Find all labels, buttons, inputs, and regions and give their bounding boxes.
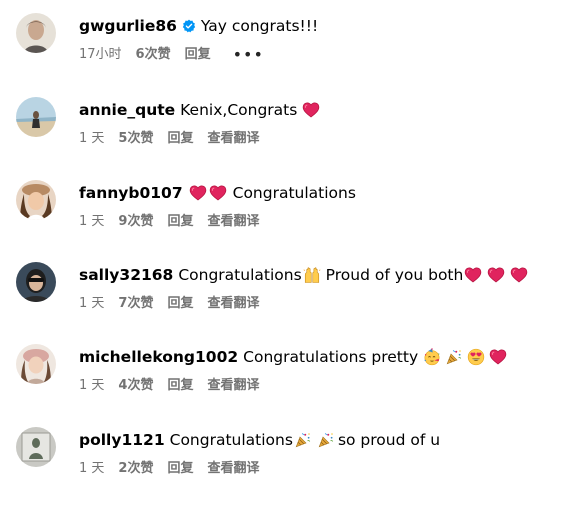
avatar[interactable]: [16, 344, 56, 384]
comment-username[interactable]: michellekong1002: [79, 347, 238, 367]
red-heart-icon: [189, 184, 207, 202]
comment-text: Congratulations: [169, 431, 293, 449]
comment-item: annie_qute Kenix,Congrats 1 天 5次赞 回复 查看翻…: [16, 97, 571, 167]
avatar[interactable]: [16, 262, 56, 302]
comment-item: fannyb0107 Congratulations 1 天 9次赞 回复 查看…: [16, 180, 571, 250]
comment-username[interactable]: annie_qute: [79, 100, 175, 120]
comment-username[interactable]: fannyb0107: [79, 183, 183, 203]
comment-timestamp[interactable]: 1 天: [79, 460, 104, 478]
comment-username[interactable]: polly1121: [79, 430, 165, 450]
verified-badge-icon: [182, 19, 196, 33]
avatar[interactable]: [16, 13, 56, 53]
comment-timestamp[interactable]: 17小时: [79, 46, 122, 64]
red-heart-icon: [489, 348, 507, 366]
reply-button[interactable]: 回复: [167, 213, 193, 231]
reply-button[interactable]: 回复: [167, 460, 193, 478]
comment-text: Congratulations pretty: [243, 348, 419, 366]
comment-item: michellekong1002 Congratulations pretty …: [16, 344, 571, 414]
red-heart-icon: [464, 266, 482, 284]
comment-likes[interactable]: 6次赞: [136, 46, 171, 64]
comment-likes[interactable]: 4次赞: [118, 377, 153, 395]
red-heart-icon: [302, 101, 320, 119]
comment-timestamp[interactable]: 1 天: [79, 213, 104, 231]
red-heart-icon: [510, 266, 528, 284]
comment-text: Congratulations: [178, 266, 302, 284]
comment-text: Yay congrats!!!: [200, 17, 319, 35]
translate-button[interactable]: 查看翻译: [207, 130, 259, 148]
comment-text-continued: Proud of you both: [325, 266, 464, 284]
translate-button[interactable]: 查看翻译: [207, 295, 259, 313]
comment-item: polly1121 Congratulations so proud of u …: [16, 427, 571, 497]
avatar[interactable]: [16, 97, 56, 137]
raising-hands-icon: [303, 266, 321, 284]
comment-likes[interactable]: 7次赞: [118, 295, 153, 313]
comment-username[interactable]: sally32168: [79, 265, 173, 285]
reply-button[interactable]: 回复: [185, 46, 211, 64]
red-heart-icon: [209, 184, 227, 202]
translate-button[interactable]: 查看翻译: [207, 460, 259, 478]
avatar[interactable]: [16, 427, 56, 467]
comment-username[interactable]: gwgurlie86: [79, 16, 177, 36]
red-heart-icon: [487, 266, 505, 284]
party-popper-icon: [317, 431, 335, 449]
comment-item: gwgurlie86 Yay congrats!!! 17小时 6次赞 回复 •…: [16, 13, 571, 83]
party-popper-icon: [445, 348, 463, 366]
comment-timestamp[interactable]: 1 天: [79, 295, 104, 313]
comment-timestamp[interactable]: 1 天: [79, 130, 104, 148]
comment-likes[interactable]: 2次赞: [118, 460, 153, 478]
heart-eyes-icon: [467, 348, 485, 366]
reply-button[interactable]: 回复: [167, 377, 193, 395]
comment-text: Kenix,Congrats: [180, 101, 298, 119]
comment-likes[interactable]: 5次赞: [118, 130, 153, 148]
reply-button[interactable]: 回复: [167, 130, 193, 148]
comment-timestamp[interactable]: 1 天: [79, 377, 104, 395]
comment-text-continued: so proud of u: [337, 431, 441, 449]
avatar[interactable]: [16, 180, 56, 220]
more-options-icon[interactable]: •••: [233, 47, 264, 63]
reply-button[interactable]: 回复: [167, 295, 193, 313]
party-popper-icon: [294, 431, 312, 449]
partying-face-icon: [423, 348, 441, 366]
translate-button[interactable]: 查看翻译: [207, 213, 259, 231]
comment-item: sally32168 Congratulations Proud of you …: [16, 262, 571, 332]
comment-likes[interactable]: 9次赞: [118, 213, 153, 231]
translate-button[interactable]: 查看翻译: [207, 377, 259, 395]
comment-text: Congratulations: [232, 184, 356, 202]
